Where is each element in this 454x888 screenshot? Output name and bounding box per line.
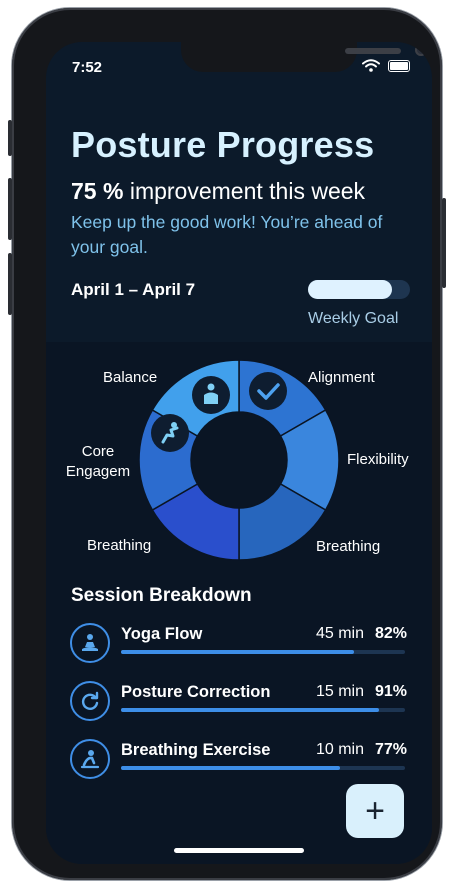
label-flexibility: Flexibility: [347, 451, 409, 468]
session-name: Posture Correction: [121, 683, 271, 701]
session-row-posture-correction[interactable]: Posture Correction 15 min 91%: [70, 681, 410, 725]
refresh-icon: [70, 681, 110, 721]
session-percent: 91%: [374, 683, 407, 700]
session-row-yoga[interactable]: Yoga Flow 45 min 82%: [70, 623, 410, 667]
session-duration: 10 min: [315, 741, 364, 758]
label-breathing-left: Breathing: [87, 537, 152, 554]
mute-switch: [8, 120, 12, 156]
session-duration: 15 min: [315, 683, 364, 700]
session-progress-fill: [121, 708, 380, 712]
session-percent: 82%: [374, 625, 407, 642]
volume-down-button: [8, 253, 12, 315]
session-name: Breathing Exercise: [121, 741, 271, 759]
session-progress-bar: [121, 708, 405, 712]
label-breathing-right: Breathing: [316, 538, 381, 555]
session-duration: 45 min: [315, 625, 364, 642]
add-session-button[interactable]: +: [346, 784, 404, 838]
meditation-icon: [70, 623, 110, 663]
core-badge-icon: [151, 414, 189, 452]
session-breakdown-title: Session Breakdown: [71, 585, 252, 606]
label-alignment: Alignment: [308, 369, 375, 386]
alignment-badge-icon: [249, 372, 287, 410]
phone-frame: 7:52 Posture Progress 75 % improvement t…: [8, 8, 446, 880]
label-balance: Balance: [103, 369, 158, 386]
app-screen: 7:52 Posture Progress 75 % improvement t…: [46, 42, 432, 864]
power-button: [442, 198, 446, 288]
session-percent: 77%: [374, 741, 407, 758]
session-progress-bar: [121, 766, 405, 770]
session-name: Yoga Flow: [121, 625, 203, 643]
volume-up-button: [8, 178, 12, 240]
session-progress-bar: [121, 650, 405, 654]
balance-badge-icon: [192, 376, 230, 414]
breathing-icon: [70, 739, 110, 779]
session-progress-fill: [121, 766, 340, 770]
session-progress-fill: [121, 650, 354, 654]
label-core-engagement: Core Engagem: [65, 443, 131, 480]
session-row-breathing[interactable]: Breathing Exercise 10 min 77%: [70, 739, 410, 783]
progress-ring-chart: [138, 359, 340, 561]
home-indicator[interactable]: [174, 848, 304, 853]
